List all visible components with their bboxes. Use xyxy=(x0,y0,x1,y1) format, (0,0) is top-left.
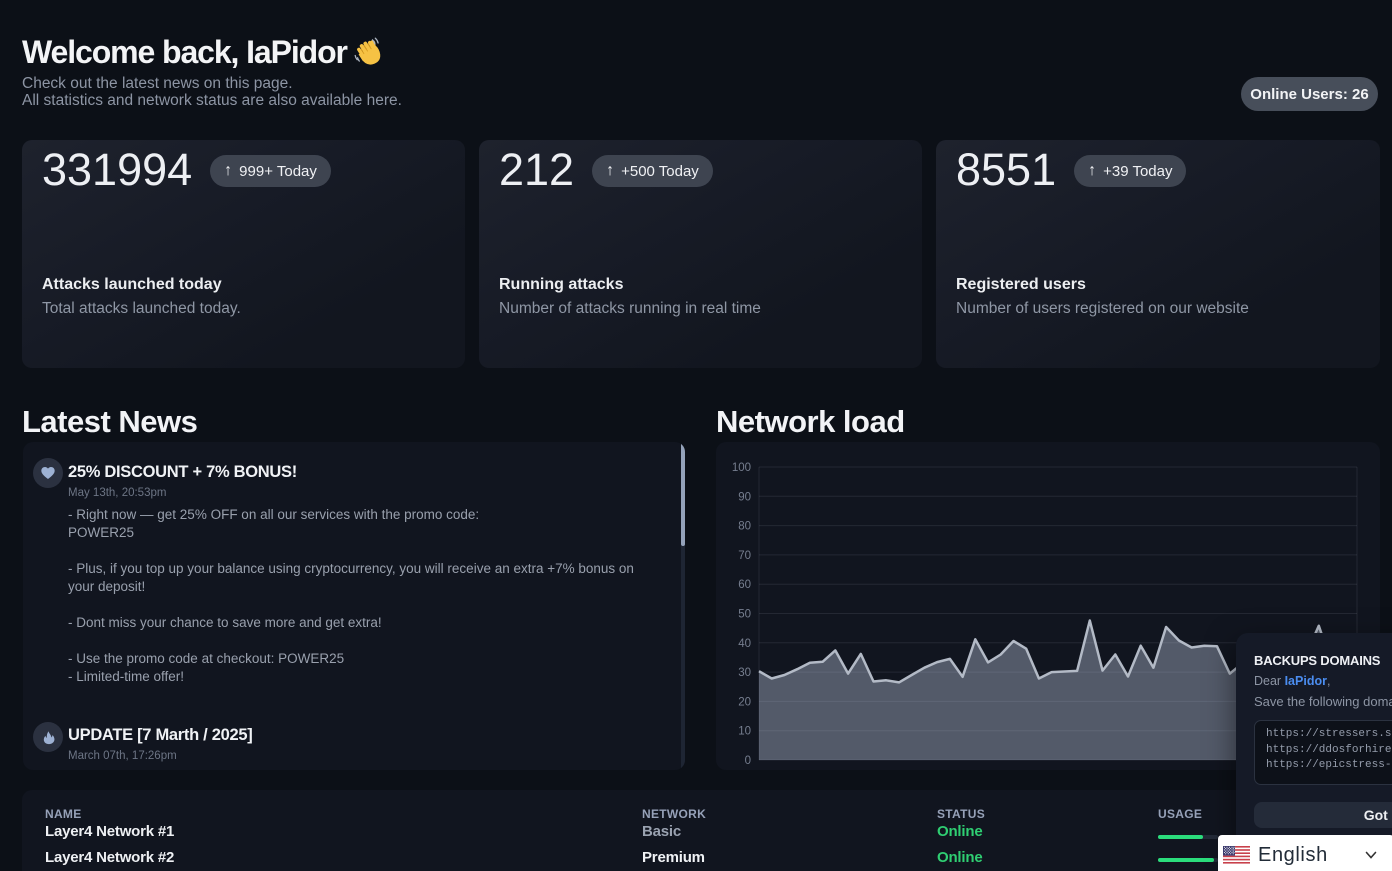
svg-text:10: 10 xyxy=(738,726,751,738)
svg-text:70: 70 xyxy=(738,550,751,562)
svg-text:80: 80 xyxy=(738,521,751,533)
svg-text:0: 0 xyxy=(745,755,751,767)
svg-text:90: 90 xyxy=(738,491,751,503)
svg-text:20: 20 xyxy=(738,696,751,708)
svg-text:40: 40 xyxy=(738,638,751,650)
svg-text:30: 30 xyxy=(738,667,751,679)
svg-text:100: 100 xyxy=(732,462,751,474)
svg-text:60: 60 xyxy=(738,579,751,591)
svg-text:50: 50 xyxy=(738,609,751,621)
